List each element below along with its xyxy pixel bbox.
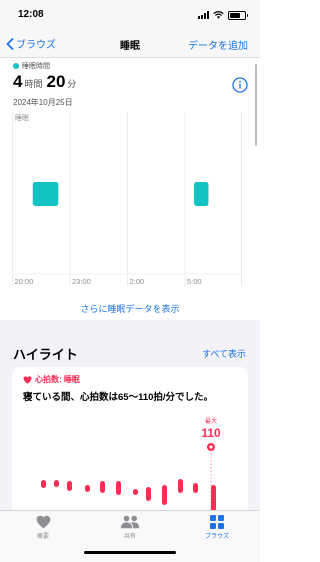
heart-icon xyxy=(23,375,32,384)
sleep-minutes-value: 20 xyxy=(46,72,66,91)
hr-range-bar xyxy=(133,489,138,495)
hr-range-bar xyxy=(178,479,183,493)
hr-range-bar xyxy=(162,485,167,505)
hr-range-bar xyxy=(41,480,46,488)
heart-icon xyxy=(36,515,50,529)
sleep-time-label: 睡眠時間 xyxy=(13,61,50,71)
grid-icon xyxy=(210,515,224,529)
highlights-section: ハイライト すべて表示 心拍数: 睡眠 寝ている間、心拍数は65～110拍/分で… xyxy=(0,320,260,527)
hr-range-bar xyxy=(67,481,72,491)
scroll-indicator xyxy=(255,64,257,146)
sleep-segment-bar xyxy=(32,182,59,206)
battery-icon xyxy=(228,10,248,20)
highlights-title: ハイライト xyxy=(13,347,78,362)
hr-range-bar xyxy=(54,480,59,487)
tab-browse[interactable]: ブラウズ xyxy=(187,515,247,540)
sleep-legend-dot xyxy=(13,63,19,69)
sleep-segment-bar xyxy=(194,182,209,206)
chart-y-label: 睡眠 xyxy=(15,114,29,122)
hr-max-label: 最大 xyxy=(205,417,217,425)
navigation-bar: ブラウズ 睡眠 データを追加 xyxy=(0,30,260,58)
status-time: 12:08 xyxy=(18,9,44,20)
sleep-chart[interactable]: 睡眠 20:00 23:00 2:00 5:00 xyxy=(12,112,242,288)
show-all-highlights-link[interactable]: すべて表示 xyxy=(202,347,246,360)
wifi-icon xyxy=(213,11,224,19)
add-data-button[interactable]: データを追加 xyxy=(188,37,248,52)
status-bar: 12:08 xyxy=(0,0,260,30)
hr-range-bar xyxy=(193,483,198,493)
sleep-hours-value: 4 xyxy=(13,72,23,91)
highlight-card-label-text: 心拍数: 睡眠 xyxy=(35,375,80,384)
info-icon[interactable] xyxy=(232,77,248,93)
chart-x-tick-label: 5:00 xyxy=(187,277,202,286)
tab-sharing-label: 共有 xyxy=(123,534,136,540)
tab-summary[interactable]: 概要 xyxy=(13,515,73,540)
show-more-sleep-data-link[interactable]: さらに睡眠データを表示 xyxy=(0,302,260,315)
sleep-minutes-unit: 分 xyxy=(67,79,77,89)
tab-browse-label: ブラウズ xyxy=(204,534,229,540)
sleep-duration: 4 時間 20 分 xyxy=(13,72,80,92)
highlight-card-text: 寝ている間、心拍数は65～110拍/分でした。 xyxy=(23,392,214,403)
chart-x-tick-label: 23:00 xyxy=(72,277,91,286)
highlight-card-label: 心拍数: 睡眠 xyxy=(23,374,80,385)
people-icon xyxy=(120,515,140,529)
cellular-signal-icon xyxy=(198,11,209,19)
sleep-summary: 睡眠時間 4 時間 20 分 2024年10月25日 xyxy=(0,58,260,110)
sleep-date: 2024年10月25日 xyxy=(13,98,73,107)
hr-range-bar xyxy=(85,485,90,492)
sleep-time-label-text: 睡眠時間 xyxy=(22,63,50,70)
hr-range-bar xyxy=(100,481,105,493)
sleep-hours-unit: 時間 xyxy=(24,79,43,89)
tab-bar: 概要 共有 ブラウズ xyxy=(0,510,260,562)
hr-max-value: 110 xyxy=(201,426,221,440)
home-indicator xyxy=(84,551,176,554)
hr-range-bar xyxy=(146,487,151,501)
tab-sharing[interactable]: 共有 xyxy=(100,515,160,540)
chart-x-tick-label: 2:00 xyxy=(130,277,145,286)
tab-summary-label: 概要 xyxy=(36,534,49,540)
hr-range-bar xyxy=(116,481,121,495)
heart-rate-highlight-card[interactable]: 心拍数: 睡眠 寝ている間、心拍数は65～110拍/分でした。 最大 110 xyxy=(12,367,248,527)
hr-max-pin-icon xyxy=(207,443,215,451)
chart-x-tick-label: 20:00 xyxy=(15,277,34,286)
status-icons xyxy=(198,10,248,20)
